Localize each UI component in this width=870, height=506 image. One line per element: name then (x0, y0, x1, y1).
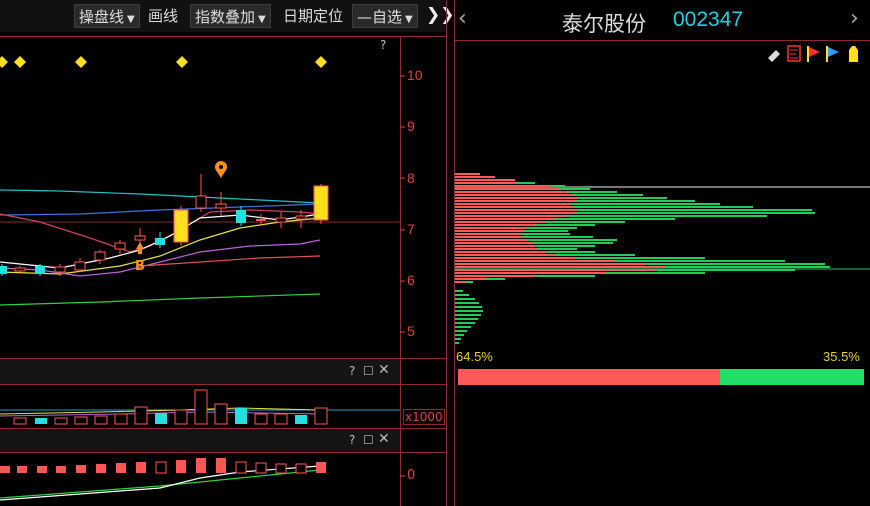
close-icon[interactable]: ✕ (378, 431, 390, 447)
buy-signal-label: B (135, 259, 145, 274)
close-icon[interactable]: ✕ (378, 362, 390, 378)
stock-name: 泰尔股份 (562, 12, 646, 36)
pane-border (446, 0, 447, 506)
next-stock-icon[interactable]: › (850, 6, 859, 31)
profit-ratio-fill (458, 369, 720, 385)
indicator-help-icon[interactable]: ? (349, 433, 355, 447)
pane-border (454, 40, 870, 41)
maximize-icon[interactable]: ☐ (363, 433, 374, 447)
stock-code: 002347 (673, 8, 744, 31)
volume-unit-label: x1000 (403, 409, 445, 425)
indicator-zero-label: 0 (407, 468, 416, 483)
prev-stock-icon[interactable]: ‹ (458, 6, 467, 31)
profit-percent: 64.5% (456, 349, 493, 364)
maximize-icon[interactable]: ☐ (363, 364, 374, 378)
profit-ratio-bar (458, 369, 864, 385)
volume-help-icon[interactable]: ? (349, 364, 355, 378)
chip-distribution-icon[interactable] (787, 45, 801, 62)
loss-percent: 35.5% (823, 349, 860, 364)
chip-distribution-chart[interactable] (455, 60, 870, 350)
